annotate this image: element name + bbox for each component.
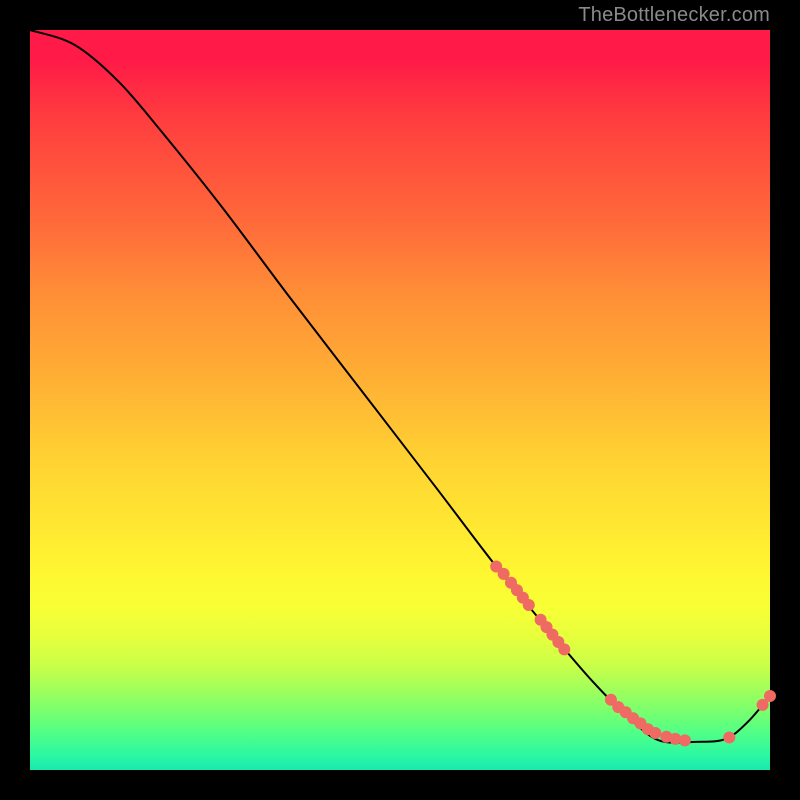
data-markers-group <box>490 561 776 747</box>
data-marker <box>523 599 535 611</box>
chart-stage: TheBottlenecker.com <box>0 0 800 800</box>
data-marker <box>723 731 735 743</box>
watermark-text: TheBottlenecker.com <box>578 4 770 27</box>
chart-overlay <box>30 30 770 770</box>
bottleneck-curve <box>30 30 770 743</box>
data-marker <box>679 734 691 746</box>
data-marker <box>649 727 661 739</box>
data-marker <box>764 690 776 702</box>
data-marker <box>558 643 570 655</box>
